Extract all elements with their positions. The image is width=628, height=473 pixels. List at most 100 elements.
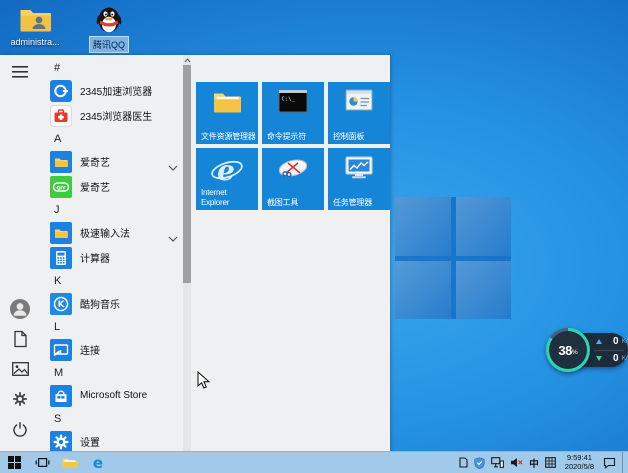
app-group-item[interactable]: 爱奇艺 xyxy=(40,149,183,174)
tile-label: 控制面板 xyxy=(333,132,388,142)
desktop-icon-label: 腾讯QQ xyxy=(89,36,129,53)
upload-speed-row: 0 K/s xyxy=(594,334,624,350)
clock-date: 2020/5/8 xyxy=(565,463,594,472)
start-tile[interactable]: eInternet Explorer xyxy=(196,148,258,210)
start-tile[interactable]: C:\_ 命令提示符 xyxy=(262,82,324,144)
tile-label: 截图工具 xyxy=(267,198,322,208)
app-label: 极速输入法 xyxy=(80,225,130,240)
start-menu-scrollbar[interactable] xyxy=(183,55,191,452)
edge-browser-taskbar-button[interactable]: e xyxy=(84,452,112,473)
rail-button-user[interactable] xyxy=(0,296,40,326)
app-list-item[interactable]: 连接 xyxy=(40,337,183,362)
app-section-header[interactable]: # xyxy=(40,57,183,78)
windows-start-icon xyxy=(8,456,21,469)
ie-icon: e xyxy=(196,155,258,187)
app-section-header[interactable]: J xyxy=(40,199,183,220)
svg-text:e: e xyxy=(217,155,235,187)
snipping-icon xyxy=(262,155,324,181)
folder-blue-icon xyxy=(50,222,72,244)
power-icon xyxy=(12,421,28,442)
system-tray: 中 9:59:41 2020/5/8 xyxy=(459,452,628,473)
control-panel-icon xyxy=(328,89,390,111)
tile-label: 命令提示符 xyxy=(267,132,322,142)
security-shield-icon[interactable] xyxy=(474,452,485,473)
app-list-item[interactable]: Microsoft Store xyxy=(40,383,183,408)
svg-text:QIY: QIY xyxy=(57,185,67,191)
start-tile[interactable]: 截图工具 xyxy=(262,148,324,210)
tray-app-icon[interactable] xyxy=(459,452,468,473)
rail-button-settings[interactable] xyxy=(0,386,40,416)
settings-gear-icon xyxy=(11,390,29,413)
upload-unit: K/s xyxy=(622,338,628,345)
app-group-item[interactable]: 极速输入法 xyxy=(40,220,183,245)
pictures-icon xyxy=(12,362,29,381)
qq-penguin-icon xyxy=(94,4,124,34)
app-list-item[interactable]: 2345浏览器医生 xyxy=(40,103,183,128)
section-letter: M xyxy=(54,367,63,379)
taskbar: e 中 9:59:41 2020/5/8 xyxy=(0,451,628,473)
app-section-header[interactable]: M xyxy=(40,362,183,383)
kugou-icon: K xyxy=(50,293,72,315)
app-section-header[interactable]: L xyxy=(40,316,183,337)
start-tiles-panel: 文件资源管理器 C:\_ 命令提示符 控制面板 eInternet Explorer 截图… xyxy=(191,55,390,452)
rail-button-documents[interactable] xyxy=(0,326,40,356)
desktop-icon-tencent-qq[interactable]: 腾讯QQ xyxy=(78,4,140,53)
start-tile[interactable]: 控制面板 xyxy=(328,82,390,144)
usage-percent-unit: % xyxy=(572,349,578,356)
app-label: 酷狗音乐 xyxy=(80,296,120,311)
start-button[interactable] xyxy=(0,452,28,473)
file-explorer-icon xyxy=(62,456,78,469)
rail-button-pictures[interactable] xyxy=(0,356,40,386)
explorer-icon xyxy=(196,89,258,115)
ime-language-indicator[interactable]: 中 xyxy=(529,452,539,473)
action-center-button[interactable] xyxy=(603,452,616,473)
browser2345-icon xyxy=(50,80,72,102)
network-status-icon[interactable] xyxy=(491,452,504,473)
app-section-header[interactable]: A xyxy=(40,128,183,149)
rail-button-menu[interactable] xyxy=(0,59,40,89)
memory-usage-ring[interactable]: 38 % xyxy=(546,328,590,372)
svg-text:C:\_: C:\_ xyxy=(282,97,296,103)
section-letter: L xyxy=(54,321,60,333)
tile-label: 文件资源管理器 xyxy=(201,132,256,142)
windows-logo xyxy=(395,197,511,319)
rail-button-power[interactable] xyxy=(0,416,40,446)
start-tile[interactable]: 任务管理器 xyxy=(328,148,390,210)
tile-label: Internet Explorer xyxy=(201,188,256,207)
section-letter: J xyxy=(54,204,60,216)
app-list-item[interactable]: 设置 xyxy=(40,429,183,452)
file-explorer-taskbar-button[interactable] xyxy=(56,452,84,473)
app-label: 连接 xyxy=(80,342,100,357)
start-tile[interactable]: 文件资源管理器 xyxy=(196,82,258,144)
start-menu-rail xyxy=(0,55,40,452)
store-icon xyxy=(50,385,72,407)
app-section-header[interactable]: S xyxy=(40,408,183,429)
folder-blue-icon xyxy=(50,151,72,173)
app-list-item[interactable]: K 酷狗音乐 xyxy=(40,291,183,316)
task-view-button[interactable] xyxy=(28,452,56,473)
keyboard-layout-icon[interactable] xyxy=(545,452,556,473)
app-list-item[interactable]: 计算器 xyxy=(40,245,183,270)
taskbar-clock[interactable]: 9:59:41 2020/5/8 xyxy=(562,454,597,471)
scrollbar-up-arrow-icon[interactable] xyxy=(184,55,191,65)
section-letter: K xyxy=(54,275,61,287)
app-section-header[interactable]: K xyxy=(40,270,183,291)
show-desktop-button[interactable] xyxy=(622,452,628,473)
netspeed-widget[interactable]: 0 K/s 0 K/s 38 % xyxy=(546,328,628,372)
start-menu: #2345加速浏览器2345浏览器医生A爱奇艺QIY爱奇艺J极速输入法计算器KK… xyxy=(0,55,390,452)
download-value: 0 xyxy=(613,353,619,364)
iqiyi-icon: QIY xyxy=(50,176,72,198)
svg-text:K: K xyxy=(58,300,65,310)
tile-label: 任务管理器 xyxy=(333,198,388,208)
svg-text:e: e xyxy=(93,455,103,471)
user-avatar-icon xyxy=(9,298,31,325)
usage-percent: 38 xyxy=(558,343,571,358)
desktop-icon-administrator[interactable]: administra... xyxy=(4,4,66,53)
volume-muted-icon[interactable] xyxy=(510,452,523,473)
desktop-icon-label: administra... xyxy=(7,36,62,48)
app-list-item[interactable]: 2345加速浏览器 xyxy=(40,78,183,103)
section-letter: A xyxy=(54,133,61,145)
cmd-icon: C:\_ xyxy=(262,89,324,113)
app-list-item[interactable]: QIY爱奇艺 xyxy=(40,174,183,199)
scrollbar-thumb[interactable] xyxy=(183,65,191,283)
